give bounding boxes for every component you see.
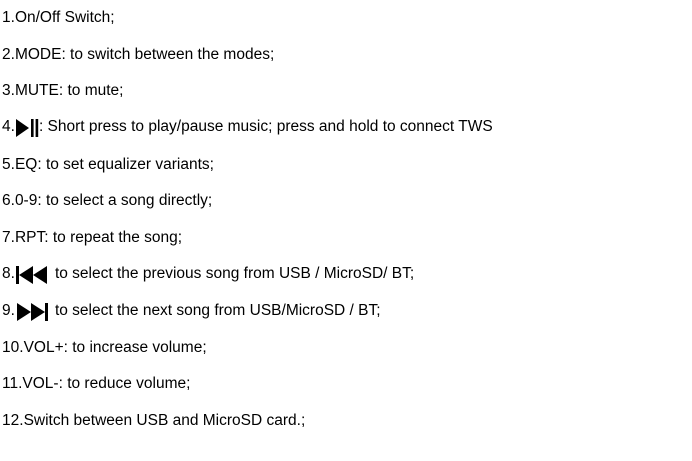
item-text: VOL-: to reduce volume; (22, 375, 191, 392)
item-text: VOL+: to increase volume; (23, 339, 207, 356)
item-number: 4. (2, 118, 15, 135)
item-text: RPT: to repeat the song; (14, 229, 183, 246)
list-item-10: 10. VOL+: to increase volume; (2, 335, 207, 361)
play-pause-icon (15, 118, 39, 137)
item-number: 2. (2, 46, 15, 63)
list-item-9: 9. to select the next song from USB/Micr… (2, 298, 381, 324)
item-number: 3. (2, 82, 15, 99)
item-number: 10. (2, 339, 24, 356)
list-item-4: 4. : Short press to play/pause music; pr… (2, 114, 493, 140)
item-number: 11. (2, 375, 23, 392)
item-text: EQ: to set equalizer variants; (14, 156, 214, 173)
list-item-11: 11. VOL-: to reduce volume; (2, 371, 190, 397)
item-number: 5. (2, 156, 15, 173)
item-text: MODE: to switch between the modes; (14, 46, 275, 63)
item-text: to select the next song from USB/MicroSD… (54, 302, 381, 319)
item-number: 8. (2, 265, 15, 282)
instruction-list: 1. On/Off Switch; 2. MODE: to switch bet… (0, 0, 692, 461)
item-number: 12. (2, 412, 24, 429)
item-number: 7. (2, 229, 15, 246)
list-item-7: 7. RPT: to repeat the song; (2, 225, 182, 251)
list-item-8: 8. to select the previous song from USB … (2, 261, 414, 287)
list-item-1: 1. On/Off Switch; (2, 5, 115, 31)
item-number: 9. (2, 302, 15, 319)
list-item-5: 5. EQ: to set equalizer variants; (2, 152, 214, 178)
item-number: 6. (2, 192, 15, 209)
item-text: Switch between USB and MicroSD card.; (23, 412, 306, 429)
list-item-3: 3. MUTE: to mute; (2, 78, 123, 104)
item-text: : Short press to play/pause music; press… (38, 118, 493, 135)
item-text: 0-9: to select a song directly; (14, 192, 213, 209)
item-text: MUTE: to mute; (14, 82, 124, 99)
item-text: On/Off Switch; (14, 9, 115, 26)
list-item-2: 2. MODE: to switch between the modes; (2, 42, 274, 68)
previous-track-icon (15, 265, 49, 284)
list-item-6: 6. 0-9: to select a song directly; (2, 188, 212, 214)
list-item-12: 12. Switch between USB and MicroSD card.… (2, 408, 305, 434)
next-track-icon (15, 302, 49, 321)
item-number: 1. (2, 9, 15, 26)
item-text: to select the previous song from USB / M… (54, 265, 415, 282)
